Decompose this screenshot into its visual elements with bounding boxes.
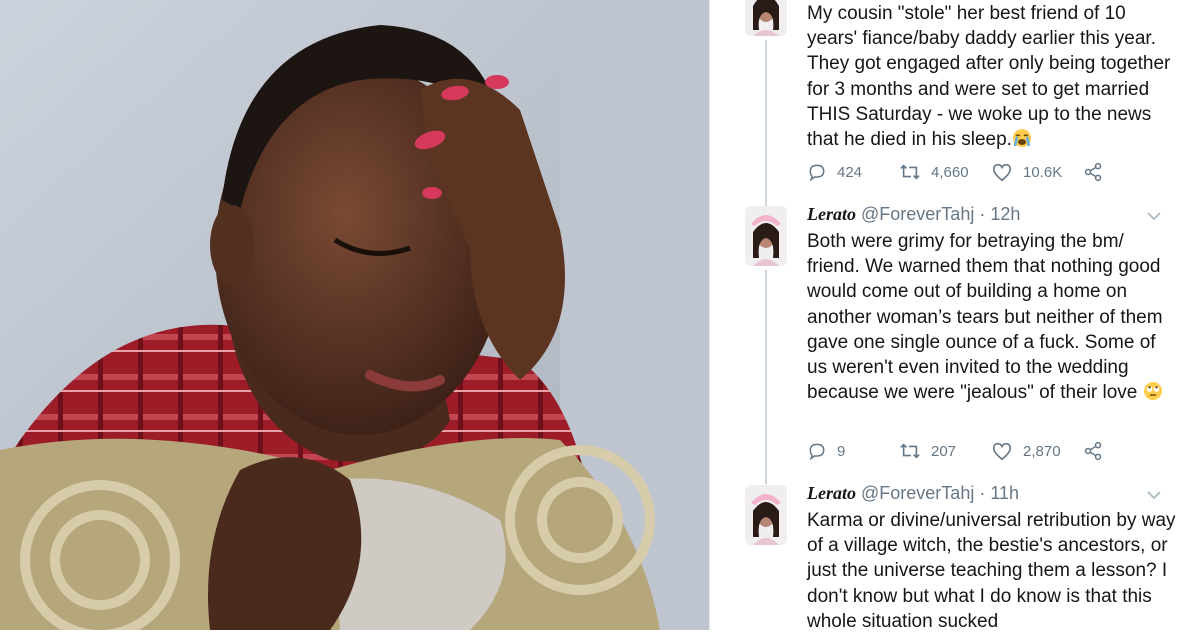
tweet-text: My cousin "stole" her best friend of 10 … (807, 3, 1171, 151)
loudly-crying-face-icon (1012, 129, 1031, 148)
share-icon (1084, 441, 1102, 461)
like-button[interactable]: 10.6K (991, 160, 1062, 184)
display-name[interactable]: Lerato (807, 483, 856, 503)
reply-icon (809, 164, 825, 182)
thread-line (765, 40, 767, 208)
retweet-icon (900, 443, 920, 459)
share-button[interactable] (1083, 439, 1103, 463)
like-icon (992, 442, 1012, 461)
thread-line (765, 270, 767, 484)
share-icon (1084, 162, 1102, 182)
crying-woman-photo (0, 0, 709, 630)
chevron-down-icon[interactable] (1147, 490, 1161, 500)
face-with-rolling-eyes-icon (1143, 382, 1162, 401)
like-button[interactable]: 2,870 (991, 439, 1061, 463)
tweet-text: Karma or divine/universal retribution by… (807, 510, 1176, 632)
avatar[interactable] (745, 206, 787, 266)
tweet-actions: 424 4,660 10.6K (807, 160, 1107, 184)
retweet-icon (900, 164, 920, 180)
avatar[interactable] (745, 0, 787, 44)
retweet-button[interactable]: 4,660 (899, 160, 969, 184)
tweet-text: Both were grimy for betraying the bm/ fr… (807, 231, 1163, 404)
share-button[interactable] (1083, 160, 1103, 184)
handle-time[interactable]: @ForeverTahj · 12h (861, 204, 1020, 224)
panel-divider (709, 0, 710, 630)
display-name[interactable]: Lerato (807, 204, 856, 224)
reply-button[interactable]: 9 (807, 439, 845, 463)
retweet-button[interactable]: 207 (899, 439, 956, 463)
reply-button[interactable]: 424 (807, 160, 862, 184)
reply-icon (809, 443, 825, 461)
like-icon (992, 163, 1012, 182)
tweet-actions: 9 207 2,870 (807, 439, 1107, 463)
avatar[interactable] (745, 485, 787, 545)
chevron-down-icon[interactable] (1147, 211, 1161, 221)
handle-time[interactable]: @ForeverTahj · 11h (861, 483, 1019, 503)
tweet-header: Lerato @ForeverTahj · 11h (807, 483, 1019, 504)
tweet-header: Lerato @ForeverTahj · 12h (807, 204, 1020, 225)
